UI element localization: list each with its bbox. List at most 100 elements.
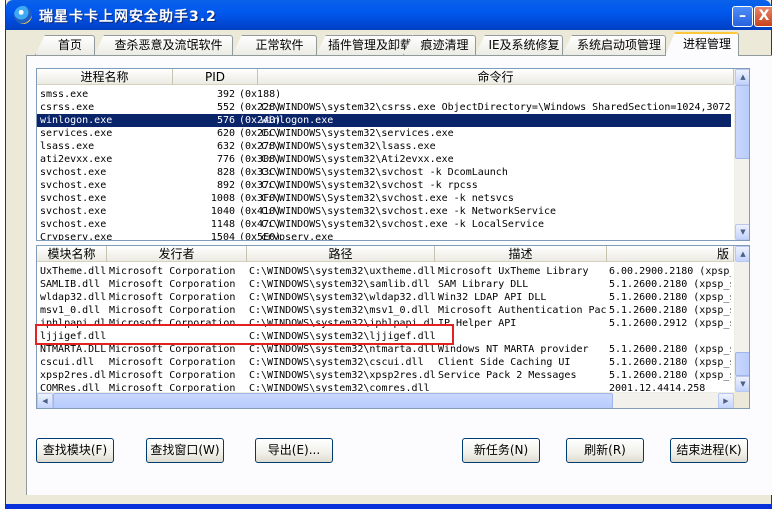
module-path-cell: C:\WINDOWS\system32\samlib.dll — [249, 279, 430, 290]
scroll-left-icon[interactable]: ◀ — [37, 393, 53, 408]
process-row[interactable]: csrss.exe 552 (0x228) C:\WINDOWS\system32\c… — [37, 101, 731, 114]
window-border — [5, 505, 772, 509]
process-name-cell: winlogon.exe — [40, 115, 113, 126]
title-bar[interactable]: 瑞星卡卡上网安全助手3.2 – X — [6, 0, 772, 30]
process-name-cell: Crypserv.exe — [40, 232, 113, 241]
tab-plugin-management[interactable]: 插件管理及卸载 — [316, 35, 414, 55]
refresh-button[interactable]: 刷新(R) — [566, 438, 644, 463]
module-row[interactable]: wldap32.dll Microsoft Corporation C:\WINDO… — [37, 291, 731, 304]
module-version-cell — [609, 330, 731, 343]
module-path-cell: C:\WINDOWS\system32\wldap32.dll — [249, 292, 436, 303]
process-name-cell: ati2evxx.exe — [40, 154, 113, 165]
module-list-scrollbar[interactable]: ▲ ▼ — [734, 246, 749, 392]
module-name-cell: xpsp2res.dll — [40, 370, 107, 381]
module-list-hscrollbar[interactable]: ◀ ▶ — [37, 392, 734, 408]
process-pid-cell: 828 — [216, 167, 235, 178]
process-row[interactable]: winlogon.exe 576 (0x240) winlogon.exe — [37, 114, 731, 127]
column-header-module-name[interactable]: 模块名称 — [37, 246, 107, 262]
tab-home[interactable]: 首页 — [35, 35, 95, 55]
process-row[interactable]: svchost.exe 1040 (0x410) C:\WINDOWS\system3… — [37, 205, 731, 218]
module-vendor-cell: Microsoft Corporation — [109, 370, 236, 381]
process-pid-cell: 576 — [216, 115, 235, 126]
scroll-down-icon[interactable]: ▼ — [735, 376, 749, 392]
process-pid-cell: 892 — [216, 180, 235, 191]
column-header-version[interactable]: 版 — [607, 246, 734, 262]
process-row[interactable]: ati2evxx.exe 776 (0x308) C:\WINDOWS\system3… — [37, 153, 731, 166]
process-row[interactable]: lsass.exe 632 (0x278) C:\WINDOWS\system32\l… — [37, 140, 731, 153]
module-row[interactable]: msv1_0.dll Microsoft Corporation C:\WINDOW… — [37, 304, 731, 317]
module-version-cell: 6.00.2900.2180 (xpsp_ — [609, 266, 731, 277]
process-row[interactable]: Crypserv.exe 1504 (0x5E0) crypserv.exe — [37, 231, 731, 241]
process-row[interactable]: smss.exe 392 (0x188) — [37, 88, 731, 101]
tab-ie-system-repair[interactable]: IE及系统修复 — [475, 35, 563, 55]
process-pid-cell: 1504 — [210, 232, 235, 241]
find-window-button[interactable]: 查找窗口(W) — [146, 438, 224, 463]
process-pid-cell: 776 — [216, 154, 235, 165]
process-name-cell: smss.exe — [40, 89, 89, 100]
hscroll-thumb[interactable] — [53, 393, 613, 408]
tab-trace-cleanup[interactable]: 痕迹清理 — [403, 35, 476, 55]
column-header-pid[interactable]: PID — [173, 69, 258, 85]
module-name-cell: msv1_0.dll — [40, 305, 101, 316]
process-name-cell: svchost.exe — [40, 219, 107, 230]
process-pid-cell: 1040 — [210, 206, 235, 217]
column-header-description[interactable]: 描述 — [435, 246, 607, 262]
module-version-cell: 5.1.2600.2180 (xpsp_s — [609, 279, 731, 290]
close-button[interactable]: X — [754, 6, 772, 27]
module-description-cell: Windows NT MARTA provider — [438, 344, 589, 355]
module-version-cell: 5.1.2600.2180 (xpsp_s — [609, 357, 731, 368]
scroll-right-icon[interactable]: ▶ — [718, 393, 734, 408]
process-list-scrollbar[interactable]: ▲ ▼ — [734, 69, 749, 240]
process-row[interactable]: svchost.exe 1148 (0x47C) C:\WINDOWS\system3… — [37, 218, 731, 231]
column-header-command-line[interactable]: 命令行 — [258, 69, 734, 85]
tab-process-management[interactable]: 进程管理 — [665, 32, 739, 56]
tab-normal-software[interactable]: 正常软件 — [232, 35, 317, 55]
scroll-thumb[interactable] — [735, 85, 749, 159]
window-title: 瑞星卡卡上网安全助手3.2 — [39, 9, 217, 25]
scroll-down-icon[interactable]: ▼ — [735, 224, 749, 240]
column-header-process-name[interactable]: 进程名称 — [37, 69, 173, 85]
module-version-cell: 5.1.2600.2180 (xpsp_s — [609, 292, 731, 303]
process-command-cell: winlogon.exe — [261, 115, 334, 126]
find-module-button[interactable]: 查找模块(F) — [36, 438, 114, 463]
module-description-cell: Microsoft Authentication Pac — [438, 305, 606, 316]
module-row[interactable]: cscui.dll Microsoft Corporation C:\WINDOWS… — [37, 356, 731, 369]
module-version-cell: 5.1.2600.2180 (xpsp_s — [609, 305, 731, 316]
process-name-cell: svchost.exe — [40, 206, 107, 217]
scroll-up-icon[interactable]: ▲ — [735, 246, 749, 262]
process-name-cell: services.exe — [40, 128, 113, 139]
module-row[interactable]: xpsp2res.dll Microsoft Corporation C:\WIND… — [37, 369, 731, 382]
module-name-cell: cscui.dll — [40, 357, 95, 368]
process-command-cell — [261, 88, 731, 101]
app-logo-icon — [14, 6, 32, 24]
minimize-button[interactable]: – — [732, 6, 753, 27]
suspicious-module-highlight — [35, 324, 454, 345]
end-process-button[interactable]: 结束进程(K) — [670, 438, 748, 463]
process-list[interactable]: 进程名称 PID 命令行 smss.exe 392 (0x188) csrss.exe… — [36, 68, 750, 241]
module-row[interactable]: UxTheme.dll Microsoft Corporation C:\WINDO… — [37, 265, 731, 278]
column-header-path[interactable]: 路径 — [247, 246, 435, 262]
process-row[interactable]: svchost.exe 1008 (0x3F0) C:\WINDOWS\System3… — [37, 192, 731, 205]
process-name-cell: svchost.exe — [40, 193, 107, 204]
tab-malware-scan[interactable]: 查杀恶意及流氓软件 — [94, 35, 233, 55]
process-row[interactable]: svchost.exe 892 (0x37C) C:\WINDOWS\system32… — [37, 179, 731, 192]
process-row[interactable]: svchost.exe 828 (0x33C) C:\WINDOWS\system32… — [37, 166, 731, 179]
scroll-up-icon[interactable]: ▲ — [735, 69, 749, 85]
module-description-cell: Microsoft UxTheme Library — [438, 266, 589, 277]
module-vendor-cell: Microsoft Corporation — [109, 266, 236, 277]
module-description-cell: IP Helper API — [438, 318, 517, 329]
tab-startup-items[interactable]: 系统启动项管理 — [562, 35, 666, 55]
module-vendor-cell: Microsoft Corporation — [109, 305, 236, 316]
module-list-header: 模块名称 发行者 路径 描述 版 — [37, 246, 749, 262]
column-header-vendor[interactable]: 发行者 — [107, 246, 247, 262]
tab-bar: 首页 查杀恶意及流氓软件 正常软件 插件管理及卸载 痕迹清理 IE及系统修复 系… — [6, 31, 771, 56]
scroll-corner — [734, 392, 749, 408]
module-vendor-cell: Microsoft Corporation — [109, 357, 236, 368]
process-pid-cell: 392 — [216, 89, 235, 100]
process-row[interactable]: services.exe 620 (0x26C) C:\WINDOWS\system3… — [37, 127, 731, 140]
new-task-button[interactable]: 新任务(N) — [462, 438, 540, 463]
module-row[interactable]: SAMLIB.dll Microsoft Corporation C:\WINDOW… — [37, 278, 731, 291]
process-name-cell: csrss.exe — [40, 102, 95, 113]
scroll-thumb[interactable] — [735, 352, 749, 376]
export-button[interactable]: 导出(E)... — [255, 438, 333, 463]
